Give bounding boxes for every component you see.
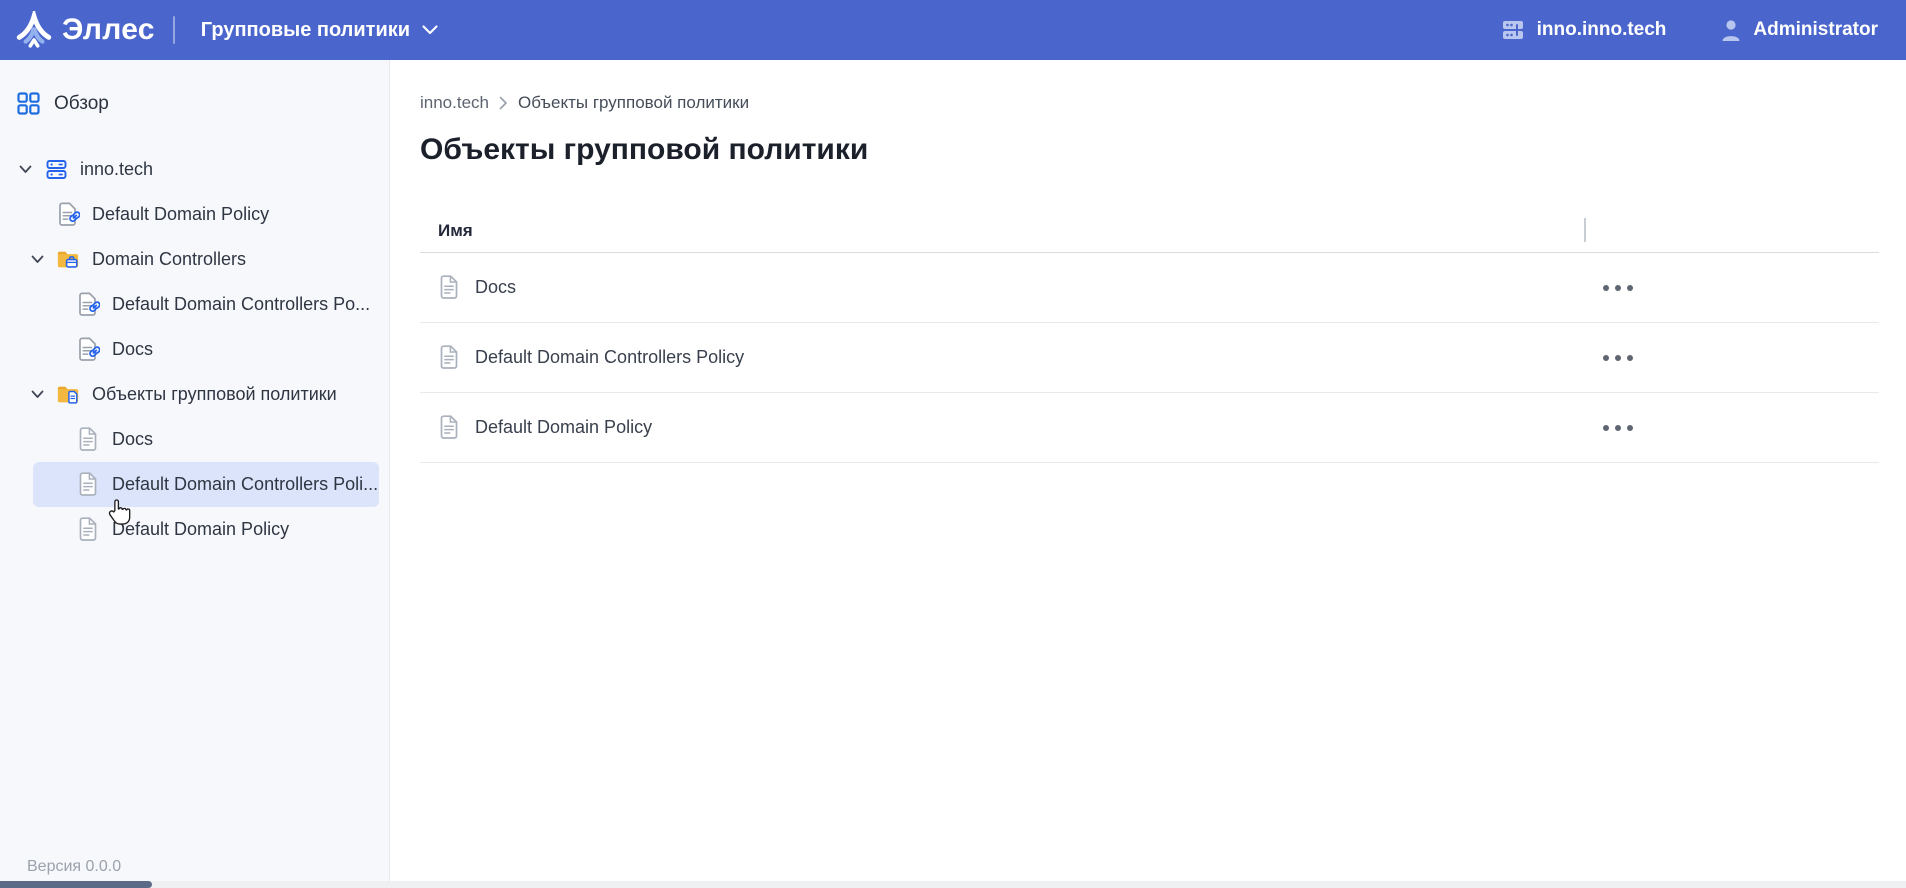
user-menu[interactable]: Administrator bbox=[1720, 18, 1878, 42]
tree-item-label: inno.tech bbox=[80, 159, 153, 180]
sidebar: Обзор inno.tech Default Domain Policy Doma… bbox=[0, 60, 390, 888]
tree-item-объекты-групповой-политики[interactable]: Объекты групповой политики bbox=[0, 372, 389, 417]
tree-item-label: Docs bbox=[112, 339, 153, 360]
column-header-name: Имя bbox=[438, 221, 473, 241]
chevron-down-icon[interactable] bbox=[16, 165, 34, 174]
doc-icon bbox=[76, 427, 100, 452]
tree-item-domain-controllers[interactable]: Domain Controllers bbox=[0, 237, 389, 282]
tree-item-label: Default Domain Policy bbox=[112, 519, 289, 540]
tree-item-label: Domain Controllers bbox=[92, 249, 246, 270]
tree-item-label: Default Domain Controllers Po... bbox=[112, 294, 370, 315]
horizontal-scrollbar-thumb[interactable] bbox=[0, 881, 152, 888]
tree-item-default-domain-controllers-poli[interactable]: Default Domain Controllers Poli... bbox=[33, 462, 379, 507]
breadcrumb-chevron-icon bbox=[499, 96, 508, 110]
server-indicator[interactable]: inno.inno.tech bbox=[1500, 18, 1667, 42]
sidebar-item-overview[interactable]: Обзор bbox=[0, 60, 389, 115]
doc-icon bbox=[76, 472, 100, 497]
main-content: inno.tech Объекты групповой политики Объе… bbox=[390, 60, 1906, 888]
row-actions-menu-button[interactable] bbox=[1595, 277, 1641, 299]
server-name: inno.inno.tech bbox=[1537, 19, 1667, 41]
table-row-docs[interactable]: Docs bbox=[420, 253, 1879, 323]
sidebar-tree: inno.tech Default Domain Policy Domain Con… bbox=[0, 147, 389, 552]
row-name: Default Domain Controllers Policy bbox=[475, 347, 744, 368]
topbar-divider bbox=[173, 16, 175, 44]
column-resize-handle[interactable] bbox=[1584, 218, 1586, 242]
breadcrumb-item-объекты-групповой-политики: Объекты групповой политики bbox=[518, 93, 749, 113]
chevron-down-icon[interactable] bbox=[28, 255, 46, 264]
breadcrumb: inno.tech Объекты групповой политики bbox=[420, 93, 1879, 113]
doc-icon bbox=[76, 517, 100, 542]
brand-name: Эллес bbox=[62, 13, 155, 47]
tree-item-default-domain-policy[interactable]: Default Domain Policy bbox=[0, 507, 389, 552]
server-icon bbox=[44, 158, 68, 181]
table-body: Docs Default Domain Controllers Policy Def… bbox=[420, 253, 1879, 463]
doc-link-icon bbox=[76, 292, 100, 318]
doc-link-icon bbox=[76, 337, 100, 363]
grid-icon bbox=[17, 92, 40, 115]
tree-item-default-domain-controllers-po[interactable]: Default Domain Controllers Po... bbox=[0, 282, 389, 327]
server-icon bbox=[1500, 18, 1526, 42]
breadcrumb-item-inno-tech[interactable]: inno.tech bbox=[420, 93, 489, 113]
chevron-down-icon bbox=[422, 25, 438, 35]
row-name: Docs bbox=[475, 277, 516, 298]
folder-briefcase-icon bbox=[56, 248, 80, 272]
row-actions-menu-button[interactable] bbox=[1595, 347, 1641, 369]
policy-table: Имя Docs Default Domain Controllers Polic… bbox=[420, 209, 1879, 463]
folder-doc-icon bbox=[56, 383, 80, 407]
tree-item-label: Default Domain Controllers Poli... bbox=[112, 474, 378, 495]
user-name: Administrator bbox=[1753, 19, 1878, 41]
horizontal-scrollbar-track[interactable] bbox=[0, 881, 1906, 888]
page-title: Объекты групповой политики bbox=[420, 133, 1879, 167]
topbar: Эллес Групповые политики inno.inno.tech bbox=[0, 0, 1906, 60]
tree-item-inno-tech[interactable]: inno.tech bbox=[0, 147, 389, 192]
app-switcher-dropdown[interactable]: Групповые политики bbox=[201, 19, 438, 42]
table-header-row: Имя bbox=[420, 209, 1879, 253]
tree-item-docs[interactable]: Docs bbox=[0, 417, 389, 462]
table-row-default-domain-controllers-policy[interactable]: Default Domain Controllers Policy bbox=[420, 323, 1879, 393]
user-icon bbox=[1720, 18, 1742, 42]
doc-icon bbox=[438, 415, 460, 440]
doc-link-icon bbox=[56, 202, 80, 228]
row-actions-menu-button[interactable] bbox=[1595, 417, 1641, 439]
app-switcher-label: Групповые политики bbox=[201, 19, 410, 42]
table-row-default-domain-policy[interactable]: Default Domain Policy bbox=[420, 393, 1879, 463]
row-name: Default Domain Policy bbox=[475, 417, 652, 438]
chevron-down-icon[interactable] bbox=[28, 390, 46, 399]
doc-icon bbox=[438, 345, 460, 370]
tree-item-label: Docs bbox=[112, 429, 153, 450]
brand[interactable]: Эллес bbox=[16, 11, 155, 49]
tree-item-default-domain-policy[interactable]: Default Domain Policy bbox=[0, 192, 389, 237]
elles-logo-icon bbox=[16, 11, 52, 49]
tree-item-label: Объекты групповой политики bbox=[92, 384, 337, 405]
tree-item-label: Default Domain Policy bbox=[92, 204, 269, 225]
doc-icon bbox=[438, 275, 460, 300]
overview-label: Обзор bbox=[54, 93, 109, 115]
version-label: Версия 0.0.0 bbox=[27, 858, 121, 876]
tree-item-docs[interactable]: Docs bbox=[0, 327, 389, 372]
